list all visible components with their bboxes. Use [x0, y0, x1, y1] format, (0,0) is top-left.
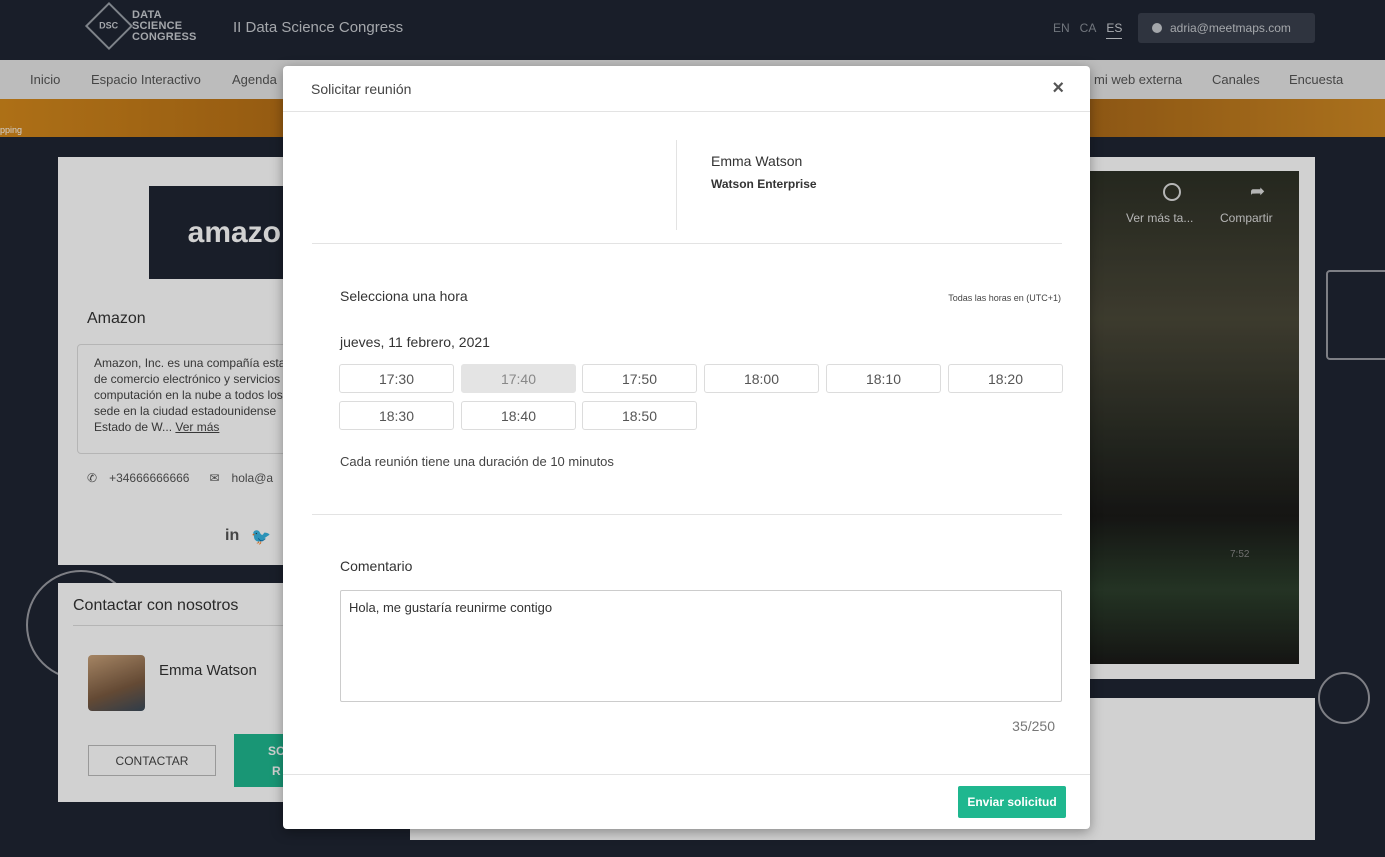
divider [676, 140, 677, 230]
request-meeting-modal: Solicitar reunión × Emma Watson Watson E… [283, 66, 1090, 829]
time-slot[interactable]: 18:50 [582, 401, 697, 430]
time-slot[interactable]: 18:30 [339, 401, 454, 430]
time-slot[interactable]: 17:30 [339, 364, 454, 393]
submit-request-button[interactable]: Enviar solicitud [958, 786, 1066, 818]
divider [312, 243, 1062, 244]
divider [312, 514, 1062, 515]
selected-date: jueves, 11 febrero, 2021 [340, 334, 490, 350]
time-slot-selected[interactable]: 17:40 [461, 364, 576, 393]
close-icon[interactable]: × [1052, 78, 1064, 98]
time-slot[interactable]: 18:00 [704, 364, 819, 393]
comment-textarea[interactable]: Hola, me gustaría reunirme contigo [340, 590, 1062, 702]
time-slot[interactable]: 18:20 [948, 364, 1063, 393]
divider [283, 774, 1090, 775]
time-slot[interactable]: 18:40 [461, 401, 576, 430]
comment-title: Comentario [340, 558, 413, 574]
duration-note: Cada reunión tiene una duración de 10 mi… [340, 454, 614, 469]
character-counter: 35/250 [1012, 718, 1055, 734]
attendee-company: Watson Enterprise [711, 177, 817, 191]
attendee-name: Emma Watson [711, 153, 803, 169]
time-slot[interactable]: 17:50 [582, 364, 697, 393]
time-slot[interactable]: 18:10 [826, 364, 941, 393]
modal-header: Solicitar reunión × [283, 66, 1090, 112]
select-time-title: Selecciona una hora [340, 288, 468, 304]
timezone-note: Todas las horas en (UTC+1) [948, 293, 1061, 303]
modal-title: Solicitar reunión [311, 81, 412, 97]
